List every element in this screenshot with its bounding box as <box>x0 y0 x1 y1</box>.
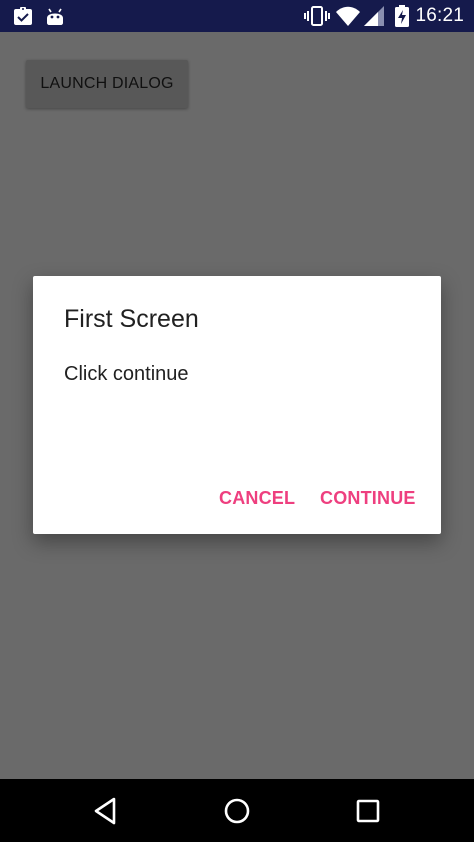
launch-dialog-button[interactable]: LAUNCH DIALOG <box>26 60 188 108</box>
back-icon[interactable] <box>84 789 128 833</box>
dialog-title: First Screen <box>64 305 199 333</box>
status-bar: 16:21 <box>0 0 474 32</box>
dialog: First Screen Click continue CANCEL CONTI… <box>33 276 441 534</box>
dialog-message: Click continue <box>64 363 189 385</box>
cancel-button[interactable]: CANCEL <box>219 484 295 512</box>
signal-icon <box>364 6 384 26</box>
recents-icon[interactable] <box>346 789 390 833</box>
status-time: 16:21 <box>415 5 464 26</box>
continue-button[interactable]: CONTINUE <box>320 484 416 512</box>
clipboard-check-icon <box>14 7 32 25</box>
app-screen: 16:21 LAUNCH DIALOG First Screen Click c… <box>0 0 474 842</box>
wifi-icon <box>336 6 360 26</box>
vibrate-icon <box>304 6 330 26</box>
battery-charging-icon <box>395 5 409 27</box>
navigation-bar <box>0 779 474 842</box>
home-icon[interactable] <box>215 789 259 833</box>
android-icon <box>47 8 63 25</box>
